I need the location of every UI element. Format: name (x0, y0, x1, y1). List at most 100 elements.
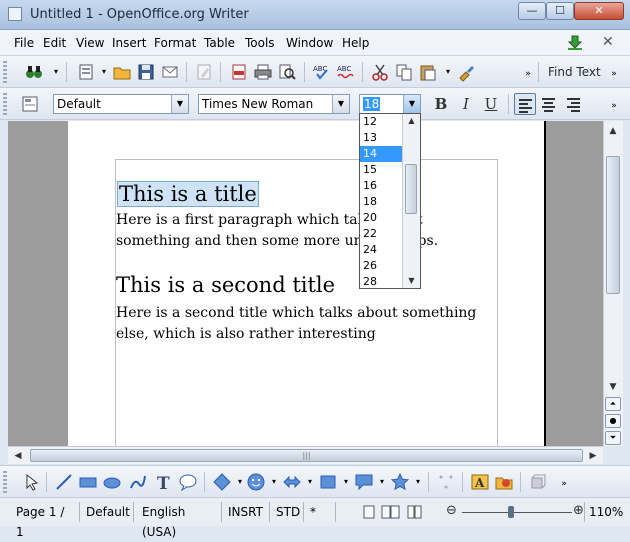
menu-insert[interactable]: Insert (112, 36, 146, 50)
rectangle-icon[interactable] (78, 472, 98, 492)
save-icon[interactable] (136, 62, 156, 82)
menu-table[interactable]: Table (204, 36, 235, 50)
select-arrow-icon[interactable] (22, 472, 42, 492)
styles-formatting-icon[interactable] (20, 94, 40, 114)
toolbar-overflow-icon[interactable]: » (604, 96, 624, 116)
navigator-icon[interactable] (24, 62, 44, 82)
menu-view[interactable]: View (76, 36, 104, 50)
align-right-button[interactable] (563, 93, 585, 115)
from-file-icon[interactable] (494, 472, 514, 492)
new-icon[interactable] (76, 62, 96, 82)
email-icon[interactable] (160, 62, 180, 82)
paste-icon[interactable] (418, 62, 438, 82)
toolbar-dropdown-icon[interactable]: ▾ (46, 62, 66, 82)
page-preview-icon[interactable] (277, 62, 297, 82)
font-size-combo[interactable]: 18 ▼ (359, 94, 421, 114)
flowcharts-icon[interactable] (318, 472, 338, 492)
find-overflow-icon[interactable]: » (604, 64, 624, 84)
insert-mode-indicator[interactable]: INSRT (224, 502, 270, 522)
italic-button[interactable]: I (455, 94, 477, 114)
align-center-button[interactable] (538, 93, 560, 115)
language-indicator[interactable]: English (USA) (138, 502, 222, 539)
format-paintbrush-icon[interactable] (456, 62, 476, 82)
menu-tools[interactable]: Tools (245, 36, 275, 50)
page-indicator[interactable]: Page 1 / 1 (12, 502, 80, 539)
line-icon[interactable] (54, 472, 74, 492)
horizontal-scroll-thumb[interactable]: ||| (30, 449, 583, 462)
update-download-icon[interactable] (566, 34, 584, 52)
scroll-up-icon[interactable]: ▲ (605, 123, 621, 139)
close-document-icon[interactable]: ✕ (602, 34, 614, 50)
text-icon[interactable]: T (154, 472, 174, 492)
scroll-left-icon[interactable]: ◀ (10, 448, 26, 464)
extrusion-icon[interactable] (528, 472, 548, 492)
dropdown-scrollbar[interactable]: ▲ ▼ (402, 114, 420, 288)
menu-help[interactable]: Help (342, 36, 369, 50)
size-option[interactable]: 12 (360, 114, 403, 130)
find-text-box[interactable]: Find Text (548, 65, 601, 79)
underline-button[interactable]: U (480, 94, 502, 114)
scroll-down-icon[interactable]: ▼ (605, 379, 621, 395)
close-window-button[interactable]: ✕ (574, 2, 624, 20)
basic-shapes-icon[interactable] (212, 472, 232, 492)
spellcheck-icon[interactable]: ABC (312, 62, 332, 82)
zoom-in-icon[interactable]: ⊕ (573, 503, 584, 518)
toolbar-grip[interactable] (3, 471, 7, 493)
scroll-right-icon[interactable]: ▶ (585, 448, 601, 464)
bold-button[interactable]: B (430, 94, 452, 114)
flowchart-dropdown-icon[interactable]: ▾ (336, 472, 356, 492)
document-title-1[interactable]: This is a title (117, 181, 259, 207)
document-paragraph-1[interactable]: Here is a first paragraph which talks ab… (116, 210, 496, 252)
horizontal-scrollbar[interactable]: ◀ ||| ▶ (8, 446, 603, 464)
size-option[interactable]: 16 (360, 178, 403, 194)
export-pdf-icon[interactable] (229, 62, 249, 82)
chevron-down-icon[interactable]: ▼ (332, 95, 349, 113)
stars-icon[interactable] (390, 472, 410, 492)
zoom-slider-knob[interactable] (508, 506, 514, 518)
next-page-icon[interactable]: ⏷ (605, 431, 621, 445)
paste-dropdown-icon[interactable]: ▾ (438, 62, 458, 82)
cut-icon[interactable] (370, 62, 390, 82)
page-style-indicator[interactable]: Default (82, 502, 134, 522)
document-paragraph-2[interactable]: Here is a second title which talks about… (116, 303, 496, 345)
callout-dropdown-icon[interactable]: ▾ (372, 472, 392, 492)
size-option[interactable]: 24 (360, 242, 403, 258)
toolbar-overflow-icon[interactable]: » (554, 474, 574, 494)
navigation-icon[interactable]: ● (605, 414, 621, 428)
callout-shapes-icon[interactable] (354, 472, 374, 492)
maximize-button[interactable]: ☐ (546, 2, 574, 20)
toolbar-grip[interactable] (3, 93, 7, 115)
ellipse-icon[interactable] (102, 472, 122, 492)
stars-dropdown-icon[interactable]: ▾ (408, 472, 428, 492)
scroll-down-icon[interactable]: ▼ (403, 274, 420, 288)
zoom-out-icon[interactable]: ⊖ (446, 503, 457, 518)
print-icon[interactable] (253, 62, 273, 82)
symbol-shapes-icon[interactable] (246, 472, 266, 492)
size-option[interactable]: 18 (360, 194, 403, 210)
selection-mode-indicator[interactable]: STD (272, 502, 304, 522)
menu-window[interactable]: Window (286, 36, 333, 50)
size-option[interactable]: 26 (360, 258, 403, 274)
points-icon[interactable] (436, 472, 456, 492)
toolbar-grip[interactable] (3, 61, 7, 83)
fontwork-gallery-icon[interactable]: A (470, 472, 490, 492)
view-layout-icon[interactable] (362, 505, 426, 519)
menu-file[interactable]: File (14, 36, 34, 50)
document-page[interactable]: This is a title Here is a first paragrap… (68, 121, 546, 446)
font-name-combo[interactable]: Times New Roman ▼ (198, 94, 350, 114)
arrows-dropdown-icon[interactable]: ▾ (300, 472, 320, 492)
vertical-scroll-thumb[interactable] (606, 156, 620, 294)
size-option[interactable]: 28 (360, 274, 403, 290)
autospellcheck-icon[interactable]: ABC (336, 62, 356, 82)
chevron-down-icon[interactable]: ▼ (403, 95, 420, 113)
size-option[interactable]: 13 (360, 130, 403, 146)
copy-icon[interactable] (394, 62, 414, 82)
size-option-highlighted[interactable]: 14 (360, 146, 403, 162)
symbol-dropdown-icon[interactable]: ▾ (264, 472, 284, 492)
minimize-button[interactable]: — (518, 2, 546, 20)
zoom-level[interactable]: 110% (584, 502, 630, 522)
block-arrows-icon[interactable] (282, 472, 302, 492)
menu-format[interactable]: Format (154, 36, 196, 50)
vertical-scrollbar[interactable]: ▲ ▼ ⏶ ● ⏷ (603, 121, 623, 446)
paragraph-style-combo[interactable]: Default ▼ (53, 94, 189, 114)
